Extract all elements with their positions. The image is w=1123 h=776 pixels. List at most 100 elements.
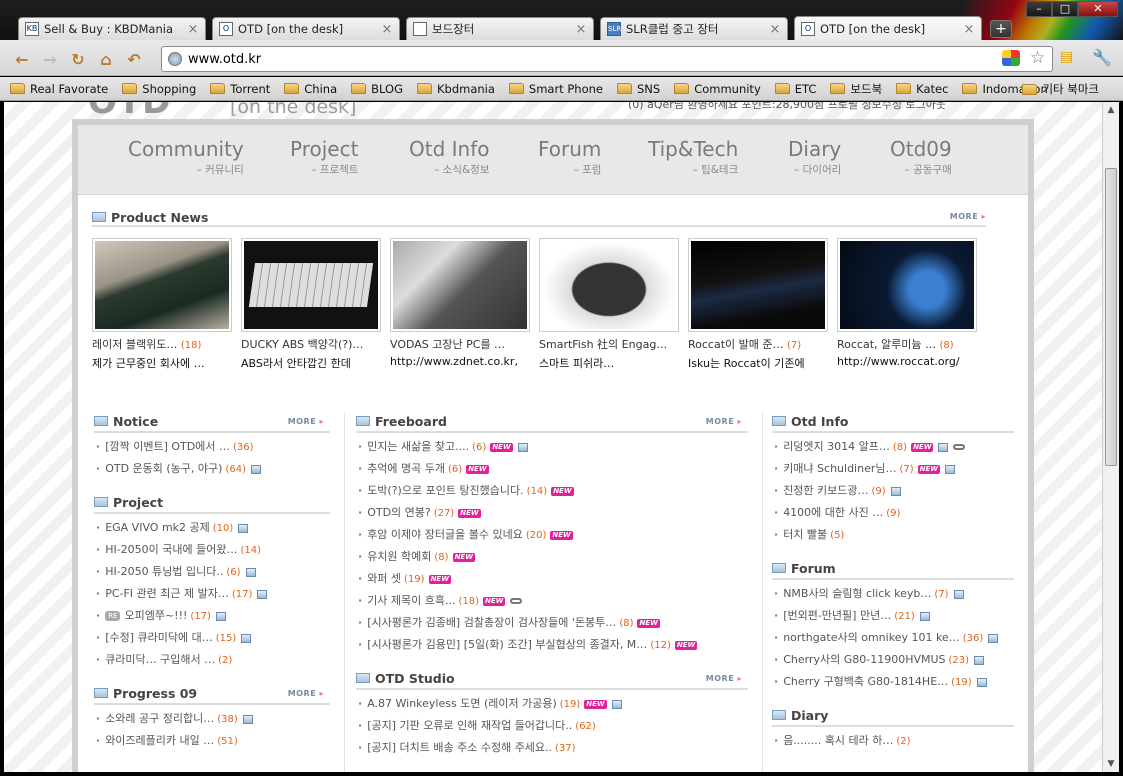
- item-title[interactable]: Roccat이 발매 준…: [688, 338, 784, 351]
- list-item[interactable]: HI-2050 튜닝법 입니다..(6): [94, 561, 330, 583]
- list-item[interactable]: northgate사의 omnikey 101 ke…(36): [772, 627, 1014, 649]
- list-item[interactable]: RE오피엠쭈~!!!(17): [94, 605, 330, 627]
- list-item[interactable]: 4100에 대한 사진 …(9): [772, 502, 1014, 524]
- item-title[interactable]: HI-2050이 국내에 들어왔…: [105, 543, 237, 556]
- menu-diary[interactable]: Diary – 다이어리: [788, 137, 841, 177]
- item-title[interactable]: 4100에 대한 사진 …: [783, 506, 883, 519]
- list-item[interactable]: OTD 운동회 (농구, 야구)(64): [94, 458, 330, 480]
- list-item[interactable]: [수정] 큐라미닥에 대…(15): [94, 627, 330, 649]
- item-title[interactable]: A.87 Winkeyless 도면 (레이저 가공용): [367, 697, 557, 710]
- item-title[interactable]: PC-FI 관련 최근 제 발자…: [105, 587, 229, 600]
- bookmark-etc[interactable]: ETC: [774, 82, 816, 96]
- tab-board-market[interactable]: 보드장터 ×: [406, 17, 594, 40]
- item-title[interactable]: 음........ 혹시 테라 하…: [783, 734, 893, 747]
- thumbnail-image[interactable]: [837, 238, 977, 332]
- item-title[interactable]: OTD의 연봉?: [367, 506, 431, 519]
- list-item[interactable]: 와이즈레플리카 내일 …(51): [94, 730, 330, 752]
- bookmark-community[interactable]: Community: [674, 82, 761, 96]
- list-item[interactable]: 음........ 혹시 테라 하…(2): [772, 730, 1014, 752]
- minimize-button[interactable]: –: [1026, 1, 1052, 17]
- list-item[interactable]: 추억에 명곡 두개(6)NEW: [356, 458, 748, 480]
- item-title[interactable]: OTD 운동회 (농구, 야구): [105, 462, 222, 475]
- list-item[interactable]: [깜짝 이벤트] OTD에서 …(36): [94, 436, 330, 458]
- tab-close-icon[interactable]: ×: [575, 22, 587, 37]
- list-item[interactable]: 민지는 새삶을 찾고....(6)NEW: [356, 436, 748, 458]
- item-title[interactable]: [깜짝 이벤트] OTD에서 …: [105, 440, 230, 453]
- list-item[interactable]: [번외편-만년필] 만년…(21): [772, 605, 1014, 627]
- list-item[interactable]: HI-2050이 국내에 들어왔…(14): [94, 539, 330, 561]
- tab-otd-active[interactable]: O OTD [on the desk] ×: [794, 16, 982, 41]
- item-title[interactable]: Cherry사의 G80-11900HVMUS: [783, 653, 945, 666]
- tab-close-icon[interactable]: ×: [769, 22, 781, 37]
- other-bookmarks[interactable]: 기타 북마크: [1022, 81, 1099, 97]
- more-link[interactable]: MORE: [288, 417, 324, 426]
- bookmark-boardbook[interactable]: 보드북: [830, 81, 882, 97]
- item-title[interactable]: 큐라미닥… 구입해서 …: [105, 653, 215, 666]
- list-item[interactable]: [공지] 더치트 배송 주소 수정해 주세요..(37): [356, 737, 748, 759]
- url-input[interactable]: [188, 51, 1052, 67]
- menu-forum[interactable]: Forum – 포럼: [538, 137, 601, 177]
- item-title[interactable]: EGA VIVO mk2 공제: [105, 521, 210, 534]
- item-title[interactable]: 민지는 새삶을 찾고....: [367, 440, 469, 453]
- thumbnail-image[interactable]: [688, 238, 828, 332]
- list-item[interactable]: 소와레 공구 정리합니…(38): [94, 708, 330, 730]
- bookmark-sns[interactable]: SNS: [616, 82, 660, 96]
- bookmark-smart-phone[interactable]: Smart Phone: [508, 82, 603, 96]
- menu-otd09[interactable]: Otd09 – 공동구매: [890, 137, 952, 177]
- item-title[interactable]: Cherry 구형백축 G80-1814HE…: [783, 675, 948, 688]
- tab-slr-club[interactable]: SLR SLR클럽 중고 장터 ×: [600, 17, 788, 40]
- scroll-up-icon[interactable]: ▲: [1103, 102, 1119, 118]
- list-item[interactable]: 진정한 키보드광…(9): [772, 480, 1014, 502]
- bookmark-torrent[interactable]: Torrent: [210, 82, 270, 96]
- item-title[interactable]: SmartFish 社의 Engag…: [539, 338, 667, 351]
- list-item[interactable]: Cherry 구형백축 G80-1814HE…(19): [772, 671, 1014, 693]
- item-title[interactable]: 레이저 블랙위도…: [92, 338, 177, 351]
- tab-close-icon[interactable]: ×: [381, 22, 393, 37]
- product-news-item[interactable]: 레이저 블랙위도… (18) 제가 근무중인 회사에 …: [92, 238, 232, 371]
- scrollbar-thumb[interactable]: [1105, 168, 1117, 466]
- extension-icon[interactable]: [1002, 50, 1020, 66]
- scroll-down-icon[interactable]: ▼: [1103, 756, 1119, 772]
- menu-community[interactable]: Community – 커뮤니티: [128, 137, 244, 177]
- list-item[interactable]: 키매냐 Schuldiner님…(7)NEW: [772, 458, 1014, 480]
- product-news-item[interactable]: Roccat이 발매 준… (7) Isku는 Roccat이 기존에: [688, 238, 828, 371]
- bookmark-star-icon[interactable]: ☆: [1030, 48, 1045, 68]
- list-item[interactable]: NMB사의 슬림형 click keyb…(7): [772, 583, 1014, 605]
- maximize-button[interactable]: □: [1052, 1, 1078, 17]
- product-news-item[interactable]: SmartFish 社의 Engag… 스마트 피쉬라…: [539, 238, 679, 371]
- menu-tip-tech[interactable]: Tip&Tech – 팁&테크: [648, 137, 738, 177]
- item-title[interactable]: 추억에 명곡 두개: [367, 462, 445, 475]
- thumbnail-image[interactable]: [92, 238, 232, 332]
- bookmark-kbdmania[interactable]: Kbdmania: [416, 82, 495, 96]
- item-title[interactable]: 오피엠쭈~!!!: [124, 609, 187, 622]
- tab-kbdmania[interactable]: KB Sell & Buy : KBDMania ×: [18, 17, 206, 40]
- item-title[interactable]: 와이즈레플리카 내일 …: [105, 734, 214, 747]
- bookmark-shopping[interactable]: Shopping: [122, 82, 196, 96]
- item-title[interactable]: 소와레 공구 정리합니…: [105, 712, 214, 725]
- item-title[interactable]: [공지] 더치트 배송 주소 수정해 주세요..: [367, 741, 552, 754]
- menu-project[interactable]: Project – 프로젝트: [290, 137, 358, 177]
- wrench-menu-icon[interactable]: 🔧: [1092, 48, 1112, 67]
- new-tab-button[interactable]: +: [990, 20, 1012, 38]
- item-title[interactable]: 후암 이제야 장터글을 볼수 있네요: [367, 528, 523, 541]
- item-title[interactable]: HI-2050 튜닝법 입니다..: [105, 565, 223, 578]
- list-item[interactable]: 기사 제목이 흐흑...(18)NEW: [356, 590, 748, 612]
- item-title[interactable]: [공지] 기판 오류로 인해 재작업 들어갑니다..: [367, 719, 572, 732]
- bookmark-blog[interactable]: BLOG: [351, 82, 403, 96]
- item-title[interactable]: northgate사의 omnikey 101 ke…: [783, 631, 960, 644]
- item-title[interactable]: [번외편-만년필] 만년…: [783, 609, 891, 622]
- item-title[interactable]: [수정] 큐라미닥에 대…: [105, 631, 213, 644]
- item-title[interactable]: [시사평론가 김종배] 검찰총장이 검사장들에 '돈봉투…: [367, 616, 616, 629]
- product-news-item[interactable]: VODAS 고장난 PC를 … http://www.zdnet.co.kr,: [390, 238, 530, 368]
- menu-otd-info[interactable]: Otd Info – 소식&정보: [409, 137, 490, 177]
- more-link[interactable]: MORE: [706, 674, 742, 683]
- address-bar[interactable]: [161, 46, 1053, 72]
- more-link[interactable]: MORE: [950, 212, 986, 221]
- page-menu-icon[interactable]: ▤: [1060, 49, 1073, 65]
- more-link[interactable]: MORE: [706, 417, 742, 426]
- thumbnail-image[interactable]: [539, 238, 679, 332]
- bookmark-real-favorate[interactable]: Real Favorate: [10, 82, 108, 96]
- bookmark-china[interactable]: China: [284, 82, 337, 96]
- list-item[interactable]: OTD의 연봉?(27)NEW: [356, 502, 748, 524]
- list-item[interactable]: Cherry사의 G80-11900HVMUS(23): [772, 649, 1014, 671]
